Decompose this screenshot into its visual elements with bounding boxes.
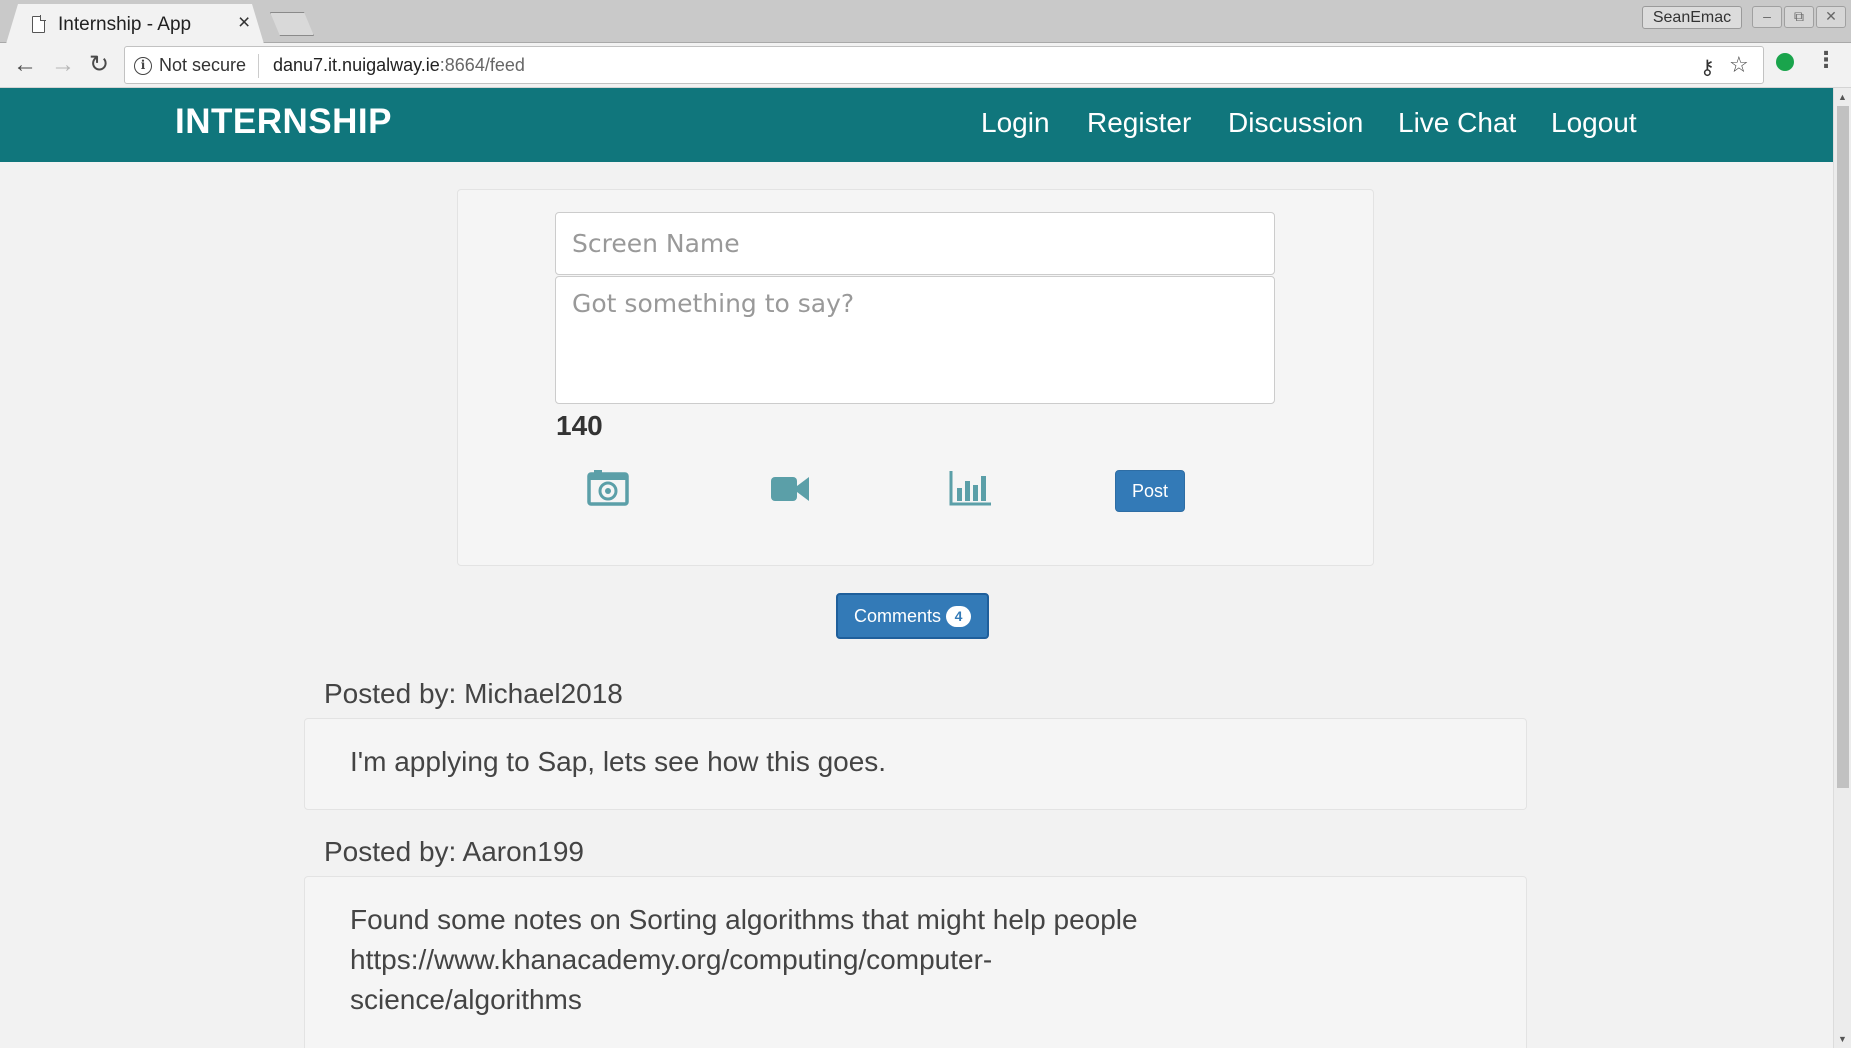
browser-toolbar: ← → ↻ i Not secure danu7.it.nuigalway.ie… — [0, 43, 1851, 88]
forward-icon[interactable]: → — [48, 50, 78, 80]
post-text: Found some notes on Sorting algorithms t… — [350, 904, 1138, 1015]
page-viewport: INTERNSHIP Login Register Discussion Liv… — [0, 88, 1851, 1048]
page-icon — [32, 15, 46, 33]
post-author: Posted by: Michael2018 — [324, 678, 623, 709]
video-camera-icon[interactable] — [765, 468, 813, 508]
info-icon[interactable]: i — [134, 57, 152, 75]
url-path: :8664/feed — [439, 55, 525, 75]
nav-register-link[interactable]: Register — [1087, 107, 1191, 139]
screen-name-input[interactable] — [555, 212, 1275, 275]
browser-tab[interactable]: Internship - App × — [6, 4, 264, 44]
window-close-button[interactable]: ✕ — [1816, 6, 1846, 28]
post-author: Posted by: Aaron199 — [324, 836, 584, 867]
scrollbar-thumb[interactable] — [1837, 106, 1849, 788]
tab-title: Internship - App — [58, 14, 192, 35]
comments-button[interactable]: Comments 4 — [836, 593, 989, 639]
url-host: danu7.it.nuigalway.ie — [273, 55, 440, 75]
site-brand[interactable]: INTERNSHIP — [175, 102, 392, 142]
post-text: I'm applying to Sap, lets see how this g… — [350, 746, 887, 777]
security-label[interactable]: Not secure — [159, 55, 246, 76]
page-scrollbar[interactable]: ▲ ▼ — [1833, 88, 1851, 1048]
url-text[interactable]: danu7.it.nuigalway.ie:8664/feed — [273, 55, 525, 76]
post-button[interactable]: Post — [1115, 470, 1185, 512]
message-textarea[interactable] — [555, 276, 1275, 404]
camera-icon[interactable] — [584, 468, 632, 508]
restore-button[interactable]: ⧉ — [1784, 6, 1814, 28]
tab-close-icon[interactable]: × — [238, 12, 250, 33]
back-icon[interactable]: ← — [10, 50, 40, 80]
minimize-button[interactable]: – — [1752, 6, 1782, 28]
address-separator — [258, 54, 259, 78]
nav-discussion-link[interactable]: Discussion — [1228, 107, 1363, 139]
scroll-up-arrow-icon[interactable]: ▲ — [1838, 92, 1847, 102]
post-card: I'm applying to Sap, lets see how this g… — [304, 718, 1527, 810]
browser-tabstrip: Internship - App × SeanEmac – ⧉ ✕ — [0, 0, 1851, 44]
browser-menu-icon[interactable]: ⋮ — [1815, 49, 1837, 71]
new-tab-button[interactable] — [270, 12, 314, 36]
site-navbar: INTERNSHIP Login Register Discussion Liv… — [0, 88, 1833, 162]
address-bar[interactable]: i Not secure danu7.it.nuigalway.ie:8664/… — [124, 46, 1764, 84]
comments-label: Comments — [854, 606, 942, 626]
character-counter: 140 — [556, 410, 603, 441]
post-card: Found some notes on Sorting algorithms t… — [304, 876, 1527, 1048]
scroll-down-arrow-icon[interactable]: ▼ — [1838, 1034, 1847, 1044]
bookmark-star-icon[interactable]: ☆ — [1729, 52, 1749, 78]
reload-icon[interactable]: ↻ — [84, 50, 114, 80]
nav-logout-link[interactable]: Logout — [1551, 107, 1637, 139]
bar-chart-icon[interactable] — [946, 468, 994, 508]
nav-live-chat-link[interactable]: Live Chat — [1398, 107, 1516, 139]
profile-button[interactable]: SeanEmac — [1642, 6, 1742, 29]
nav-login-link[interactable]: Login — [981, 107, 1050, 139]
extension-icon[interactable] — [1776, 53, 1794, 71]
comments-count-badge: 4 — [946, 606, 971, 627]
compose-panel: 140 Post — [457, 189, 1374, 566]
key-icon[interactable]: ⚷ — [1700, 55, 1715, 80]
